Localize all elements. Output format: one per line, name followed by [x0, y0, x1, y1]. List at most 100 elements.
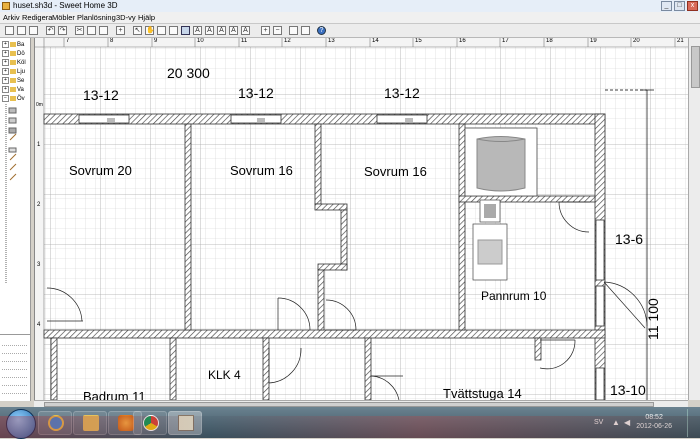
close-button[interactable]: x [687, 1, 698, 11]
dimension-label[interactable]: 20 300 [167, 65, 210, 81]
text-style-increase-icon[interactable]: A [205, 26, 214, 35]
dimension-label[interactable]: 13-12 [83, 87, 119, 103]
dimension-label[interactable]: 13-6 [615, 231, 643, 247]
room-label[interactable]: Sovrum 16 [230, 163, 293, 178]
list-item[interactable] [2, 339, 27, 346]
clock-date: 2012-06-26 [636, 423, 672, 430]
text-style-decrease-icon[interactable]: A [217, 26, 226, 35]
new-icon[interactable] [5, 26, 14, 35]
catalog-category[interactable]: + Lju [2, 68, 25, 76]
folder-icon [83, 415, 99, 431]
folder-icon [10, 60, 16, 65]
taskbar-chrome-button[interactable] [133, 411, 167, 435]
list-item[interactable] [2, 355, 27, 362]
catalog-subitem-icons [5, 104, 17, 284]
start-button[interactable] [6, 409, 36, 439]
italic-icon[interactable]: A [241, 26, 250, 35]
furniture-catalog-tree[interactable]: + Ba + Dö + Köl + Lju + Se + Va − Öv [0, 38, 31, 334]
ruler-top-label: 19 [590, 38, 597, 44]
list-item[interactable] [2, 387, 27, 394]
create-photo-icon[interactable] [289, 26, 298, 35]
copy-icon[interactable] [87, 26, 96, 35]
zoom-out-icon[interactable]: − [273, 26, 282, 35]
ruler-top-label: 9 [154, 38, 158, 44]
media-player-icon [118, 415, 134, 431]
pan-icon[interactable]: ✋ [145, 26, 155, 35]
network-icon[interactable]: ▲ [612, 418, 620, 427]
cut-icon[interactable]: ✂ [75, 26, 84, 35]
create-dimensions-icon[interactable] [181, 26, 190, 35]
catalog-category[interactable]: + Ba [2, 41, 24, 49]
help-icon[interactable]: ? [317, 26, 326, 35]
catalog-category[interactable]: + Se [2, 77, 24, 85]
room-label[interactable]: Tvättstuga 14 [443, 386, 522, 400]
catalog-category[interactable]: − Öv [2, 95, 25, 103]
dimension-label[interactable]: 11 100 [645, 298, 661, 340]
paste-icon[interactable] [99, 26, 108, 35]
room-label[interactable]: Sovrum 16 [364, 164, 427, 179]
catalog-category[interactable]: + Köl [2, 59, 26, 67]
ruler-left-label: 4 [37, 322, 41, 328]
menu-mobler[interactable]: Möbler [52, 12, 75, 23]
ruler-top-label: 21 [677, 38, 684, 44]
plan-canvas[interactable] [35, 38, 689, 400]
scroll-thumb[interactable] [691, 46, 700, 88]
select-icon[interactable]: ↖ [133, 26, 142, 35]
room-label[interactable]: Sovrum 20 [69, 163, 132, 178]
folder-icon [10, 78, 16, 83]
ruler-top-label: 16 [459, 38, 466, 44]
clock[interactable]: 08:52 2012-06-26 [636, 413, 672, 431]
redo-icon[interactable]: ↷ [58, 26, 67, 35]
folder-icon [10, 96, 16, 101]
catalog-category[interactable]: + Va [2, 86, 24, 94]
taskbar-ie-button[interactable] [38, 411, 72, 435]
zoom-in-icon[interactable]: + [261, 26, 270, 35]
create-video-icon[interactable] [301, 26, 310, 35]
open-icon[interactable] [17, 26, 26, 35]
taskbar: SV ▲ ◀ 08:52 2012-06-26 [0, 407, 700, 439]
list-item[interactable] [2, 371, 27, 378]
room-label[interactable]: Badrum 11 [83, 389, 146, 400]
ruler-top-label: 15 [415, 38, 422, 44]
dimension-label[interactable]: 13-10 [610, 382, 646, 398]
menu-redigera[interactable]: Redigera [22, 12, 52, 23]
list-item[interactable] [2, 363, 27, 370]
menu-planlosning[interactable]: Planlösning [77, 12, 116, 23]
menu-arkiv[interactable]: Arkiv [3, 12, 20, 23]
furniture-list[interactable] [0, 334, 31, 401]
dimension-label[interactable]: 13-12 [238, 85, 274, 101]
ruler-top-label: 14 [372, 38, 379, 44]
undo-icon[interactable]: ↶ [46, 26, 55, 35]
create-labels-icon[interactable]: A [193, 26, 202, 35]
menu-hjalp[interactable]: Hjälp [138, 12, 155, 23]
maximize-button[interactable]: □ [674, 1, 685, 11]
taskbar-sweethome-button[interactable] [168, 411, 202, 435]
toolbar: ↶ ↷ ✂ + ↖ ✋ A A A A A + − ? [0, 24, 700, 38]
room-label[interactable]: KLK 4 [208, 368, 241, 382]
list-item[interactable] [2, 379, 27, 386]
plan-view[interactable]: 7 8 9 10 11 12 13 14 15 16 17 18 19 20 2… [34, 38, 689, 400]
ruler-left-label: 0m [36, 102, 43, 108]
minimize-button[interactable]: _ [661, 1, 672, 11]
show-desktop-button[interactable] [687, 409, 696, 437]
list-item[interactable] [2, 347, 27, 354]
folder-icon [10, 69, 16, 74]
vertical-scrollbar[interactable] [688, 38, 700, 400]
app-icon [2, 2, 10, 10]
taskbar-explorer-button[interactable] [73, 411, 107, 435]
dimension-label[interactable]: 13-12 [384, 85, 420, 101]
create-rooms-icon[interactable] [169, 26, 178, 35]
language-icon[interactable]: SV [594, 419, 603, 426]
catalog-category[interactable]: + Dö [2, 50, 25, 58]
save-icon[interactable] [29, 26, 38, 35]
folder-icon [10, 87, 16, 92]
volume-icon[interactable]: ◀ [624, 418, 630, 427]
ruler-left-label: 2 [37, 202, 41, 208]
ruler-top-label: 12 [284, 38, 291, 44]
bold-icon[interactable]: A [229, 26, 238, 35]
add-furniture-icon[interactable]: + [116, 26, 125, 35]
create-walls-icon[interactable] [157, 26, 166, 35]
menu-3d-vy[interactable]: 3D-vy [116, 12, 136, 23]
room-label[interactable]: Pannrum 10 [481, 289, 546, 303]
ruler-top-label: 17 [502, 38, 509, 44]
